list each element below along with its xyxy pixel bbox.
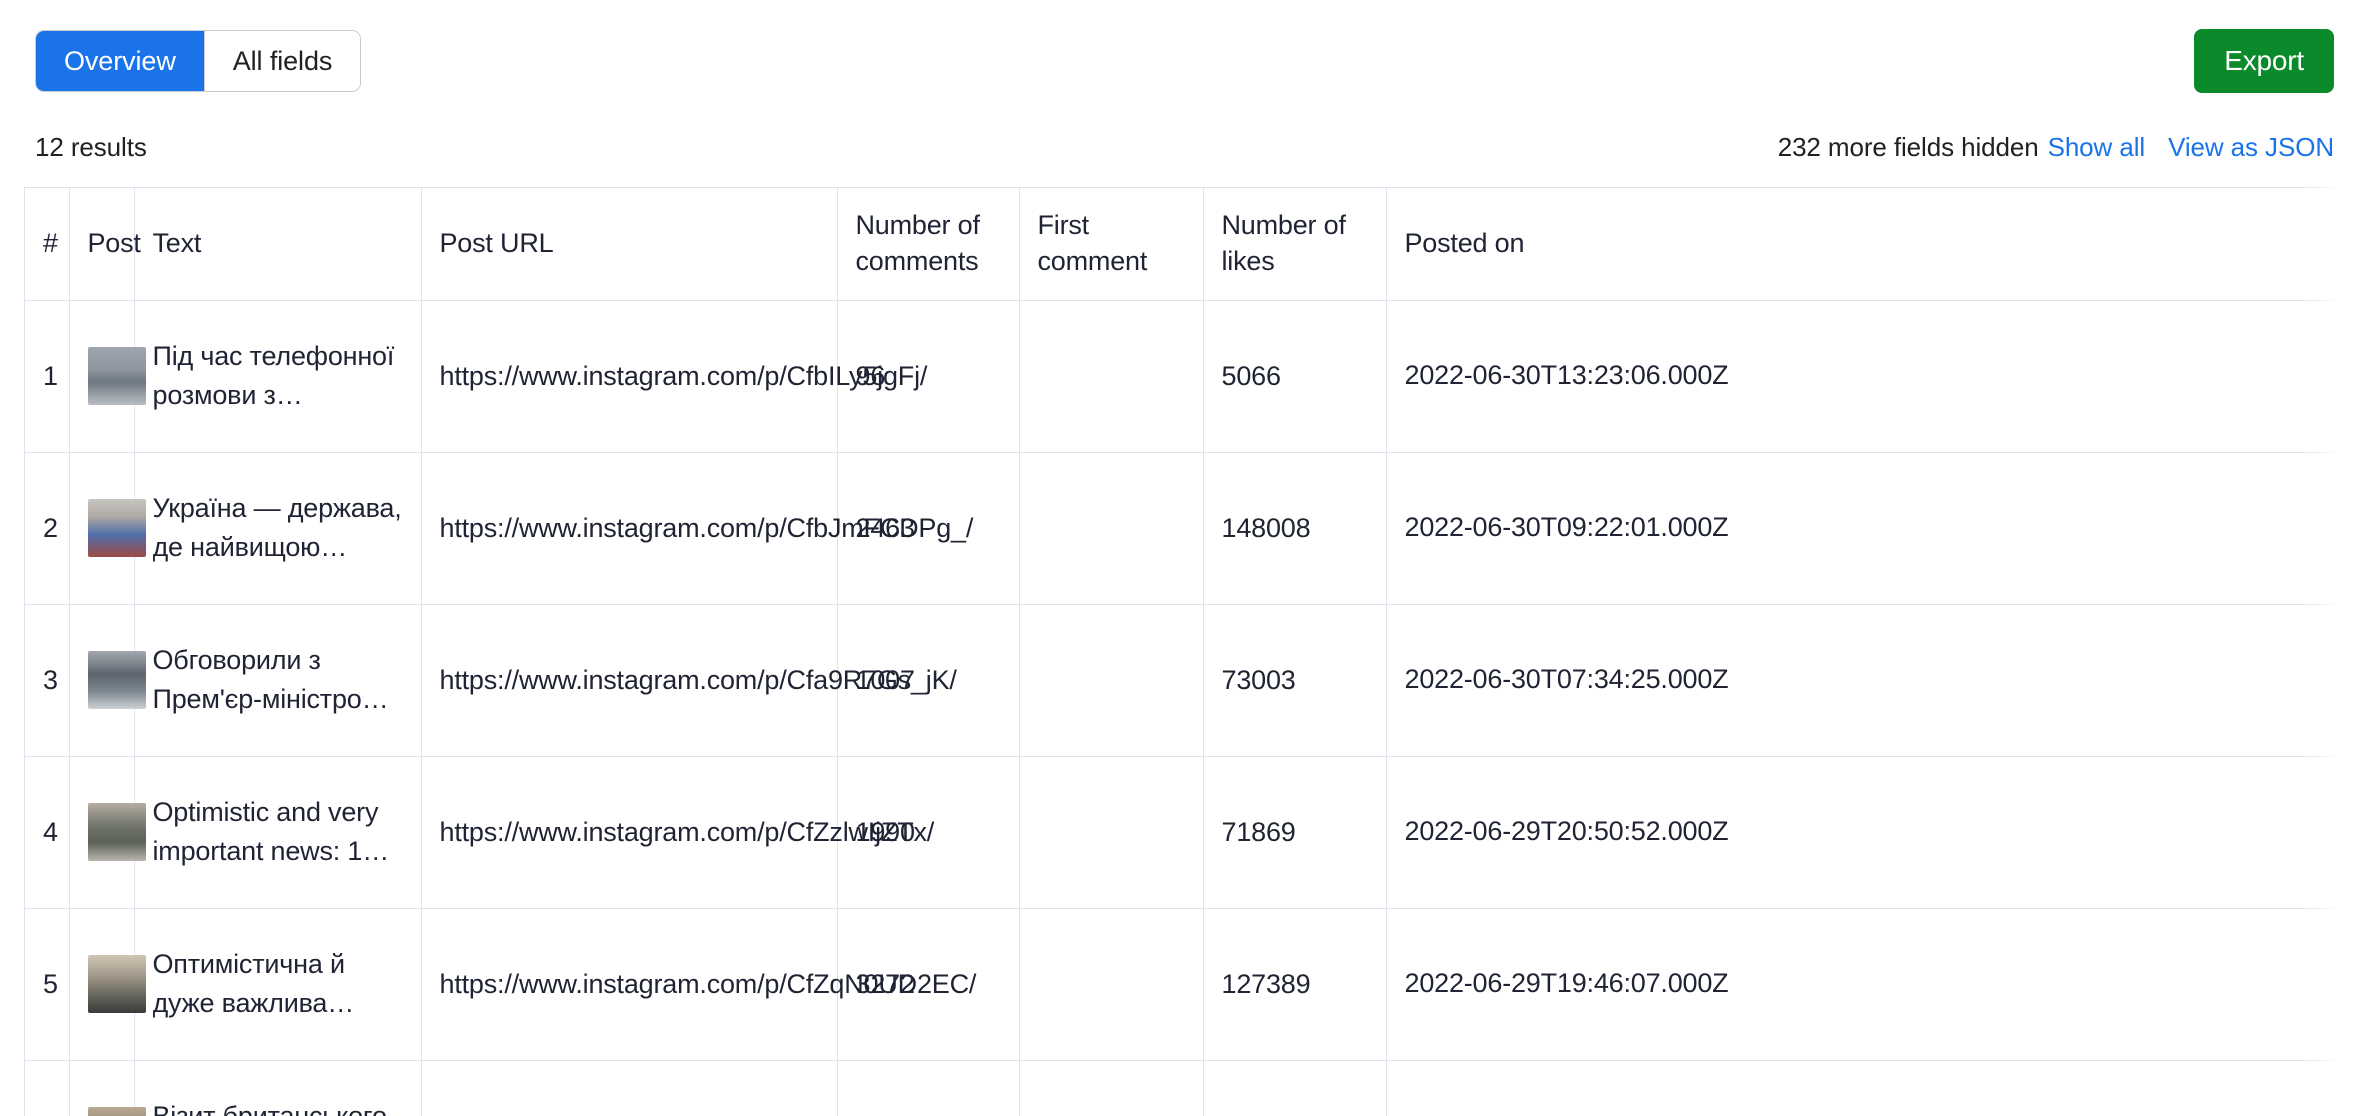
cell-text: Optimistic and very important news: 144 … xyxy=(134,756,422,909)
tab-overview[interactable]: Overview xyxy=(36,31,204,91)
table-row[interactable]: 3 Обговорили з Прем'єр-міністром Нової Зе… xyxy=(25,604,2334,757)
cell-posted-on-value: 2022-06-30T13:23:06.000Z xyxy=(1404,360,1729,391)
cell-post-thumbnail[interactable] xyxy=(69,300,146,453)
cell-text-value: Україна — держава, де найвищою цінністю … xyxy=(152,492,402,562)
cell-index: 2 xyxy=(25,452,70,605)
post-thumbnail-image xyxy=(87,347,146,405)
cell-text-value: Оптимістична й дуже важлива новина: пове… xyxy=(152,948,346,1018)
view-mode-segmented-control[interactable]: Overview All fields xyxy=(35,30,362,92)
cell-text-value: Під час телефонної розмови з Президентом… xyxy=(152,340,395,410)
cell-number-of-likes: 173119 xyxy=(1203,1060,1387,1116)
cell-posted-on-value: 2022-06-29T20:50:52.000Z xyxy=(1404,816,1729,847)
cell-posted-on: 2022-06-30T13:23:06.000Z xyxy=(1386,300,2334,453)
cell-post-url: https://www.instagram.com/p/CfZclrdDL3w/ xyxy=(421,1060,838,1116)
cell-text-value: Візит британського бізнесмена Річарда… xyxy=(152,1100,387,1116)
cell-index: 5 xyxy=(25,908,70,1061)
cell-post-url: https://www.instagram.com/p/CfZqN0UD2EC/ xyxy=(421,908,976,1061)
cell-first-comment xyxy=(1019,300,1204,453)
column-header-post[interactable]: Post xyxy=(69,188,141,301)
cell-text: Обговорили з Прем'єр-міністром Нової Зел… xyxy=(134,604,422,757)
cell-post-url: https://www.instagram.com/p/CfbJmFCDPg_/ xyxy=(421,452,973,605)
cell-number-of-likes: 5066 xyxy=(1203,300,1387,453)
tab-all-fields[interactable]: All fields xyxy=(204,31,361,91)
cell-post-thumbnail[interactable] xyxy=(69,908,146,1061)
cell-first-comment xyxy=(1019,756,1204,909)
column-header-number-of-comments[interactable]: Number of comments xyxy=(837,188,1020,301)
cell-index: 3 xyxy=(25,604,70,757)
table-row[interactable]: 5 Оптимістична й дуже важлива новина: пов… xyxy=(25,908,2334,1061)
table-row[interactable]: 1 Під час телефонної розмови з Президенто… xyxy=(25,300,2334,453)
table-row[interactable]: 6 Візит британського бізнесмена Річарда… h… xyxy=(25,1060,2334,1116)
cell-post-thumbnail[interactable] xyxy=(69,1060,146,1116)
show-all-link[interactable]: Show all xyxy=(2048,132,2146,163)
cell-first-comment xyxy=(1019,908,1204,1061)
post-thumbnail-image xyxy=(87,651,146,709)
cell-index: 1 xyxy=(25,300,70,453)
cell-number-of-likes: 73003 xyxy=(1203,604,1387,757)
cell-index: 4 xyxy=(25,756,70,909)
post-thumbnail-image xyxy=(87,955,146,1013)
table-row[interactable]: 4 Optimistic and very important news: 144… xyxy=(25,756,2334,909)
cell-first-comment xyxy=(1019,604,1204,757)
cell-first-comment xyxy=(1019,1060,1204,1116)
cell-number-of-likes: 148008 xyxy=(1203,452,1387,605)
cell-posted-on: 2022-06-29T19:46:07.000Z xyxy=(1386,908,2334,1061)
cell-number-of-likes: 127389 xyxy=(1203,908,1387,1061)
cell-text: Візит британського бізнесмена Річарда… xyxy=(134,1060,422,1116)
table-body: 1 Під час телефонної розмови з Президенто… xyxy=(25,300,2334,1116)
column-header-post-url[interactable]: Post URL xyxy=(421,188,838,301)
post-thumbnail-image xyxy=(87,803,146,861)
toolbar: Overview All fields Export xyxy=(0,0,2358,132)
cell-number-of-likes: 71869 xyxy=(1203,756,1387,909)
column-header-number-of-likes[interactable]: Number of likes xyxy=(1203,188,1387,301)
table-header: # Post Text Post URL Number of comments … xyxy=(25,188,2334,301)
cell-number-of-comments: 3174 xyxy=(837,1060,1020,1116)
cell-post-url: https://www.instagram.com/p/CfZzlwIjZTx/ xyxy=(421,756,934,909)
results-meta-row: 12 results 232 more fields hidden Show a… xyxy=(0,132,2358,187)
cell-text: Україна — держава, де найвищою цінністю … xyxy=(134,452,422,605)
table-row[interactable]: 2 Україна — держава, де найвищою цінністю… xyxy=(25,452,2334,605)
cell-number-of-comments: 96 xyxy=(837,300,1020,453)
cell-text: Під час телефонної розмови з Президентом… xyxy=(134,300,422,453)
cell-text-value: Optimistic and very important news: 144 … xyxy=(152,796,393,866)
cell-index: 6 xyxy=(25,1060,70,1116)
results-table-scroll-container[interactable]: # Post Text Post URL Number of comments … xyxy=(24,187,2334,1116)
cell-post-thumbnail[interactable] xyxy=(69,604,146,757)
cell-posted-on: 2022-06-29T20:50:52.000Z xyxy=(1386,756,2334,909)
cell-posted-on-value: 2022-06-29T19:46:07.000Z xyxy=(1404,968,1729,999)
export-button[interactable]: Export xyxy=(2194,29,2334,93)
cell-text: Оптимістична й дуже важлива новина: пове… xyxy=(134,908,422,1061)
results-table: # Post Text Post URL Number of comments … xyxy=(25,188,2334,1116)
column-header-index[interactable]: # xyxy=(25,188,70,301)
post-thumbnail-image xyxy=(87,499,146,557)
cell-post-url: https://www.instagram.com/p/CfbILy5jgFj/ xyxy=(421,300,927,453)
cell-text-value: Обговорили з Прем'єр-міністром Нової Зел… xyxy=(152,644,381,714)
results-table-page: Overview All fields Export 12 results 23… xyxy=(0,0,2358,1116)
cell-posted-on-value: 2022-06-30T07:34:25.000Z xyxy=(1404,664,1729,695)
cell-first-comment xyxy=(1019,452,1204,605)
column-header-posted-on[interactable]: Posted on xyxy=(1386,188,2334,301)
cell-posted-on: 2022-06-29T17:33:49.000Z xyxy=(1386,1060,2334,1116)
hidden-fields-group: 232 more fields hidden Show all View as … xyxy=(1778,132,2334,163)
table-header-row: # Post Text Post URL Number of comments … xyxy=(25,188,2334,301)
results-count-label: 12 results xyxy=(35,132,147,162)
post-thumbnail-image xyxy=(87,1107,146,1116)
cell-posted-on: 2022-06-30T09:22:01.000Z xyxy=(1386,452,2334,605)
cell-posted-on-value: 2022-06-30T09:22:01.000Z xyxy=(1404,512,1729,543)
hidden-fields-label: 232 more fields hidden xyxy=(1777,132,2039,162)
column-header-text[interactable]: Text xyxy=(134,188,422,301)
cell-post-thumbnail[interactable] xyxy=(69,756,146,909)
cell-posted-on: 2022-06-30T07:34:25.000Z xyxy=(1386,604,2334,757)
cell-post-thumbnail[interactable] xyxy=(69,452,146,605)
column-header-first-comment[interactable]: First comment xyxy=(1019,188,1204,301)
view-as-json-link[interactable]: View as JSON xyxy=(2168,132,2334,163)
cell-post-url: https://www.instagram.com/p/Cfa9R7Gs_jK/ xyxy=(421,604,957,757)
